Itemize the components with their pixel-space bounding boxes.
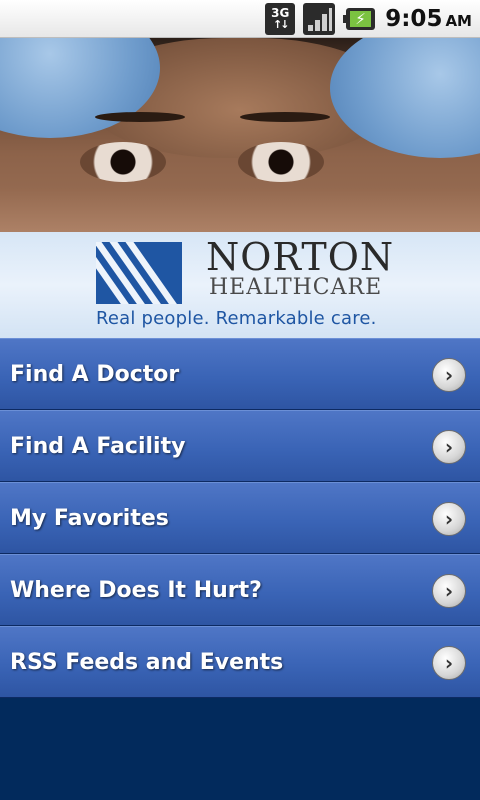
clock-ampm: AM	[445, 11, 472, 30]
menu-item-rss-feeds-and-events[interactable]: RSS Feeds and Events ›	[0, 626, 480, 698]
norton-logo-mark	[96, 242, 182, 304]
brand-subtitle: HEALTHCARE	[209, 275, 383, 300]
clock: 9:05 AM	[385, 6, 472, 32]
clock-time: 9:05	[385, 5, 443, 32]
menu-item-find-a-facility[interactable]: Find A Facility ›	[0, 410, 480, 482]
up-down-arrows-icon: ↑↓	[273, 17, 290, 31]
brand-tagline: Real people. Remarkable care.	[96, 308, 377, 329]
menu-item-my-favorites[interactable]: My Favorites ›	[0, 482, 480, 554]
status-bar: 3G ↑↓ ⚡ 9:05 AM	[0, 0, 480, 38]
menu-item-where-does-it-hurt[interactable]: Where Does It Hurt? ›	[0, 554, 480, 626]
brand-logo: NORTON HEALTHCARE Real people. Remarkabl…	[0, 232, 480, 338]
menu-item-label: Find A Doctor	[10, 361, 180, 387]
chevron-right-icon[interactable]: ›	[432, 358, 466, 392]
network-3g-icon: 3G ↑↓	[265, 2, 296, 35]
menu-item-find-a-doctor[interactable]: Find A Doctor ›	[0, 338, 480, 410]
chevron-right-icon[interactable]: ›	[432, 502, 466, 536]
chevron-right-icon[interactable]: ›	[432, 574, 466, 608]
brand-name: NORTON	[206, 235, 395, 279]
menu-item-label: RSS Feeds and Events	[10, 649, 284, 675]
menu-item-label: My Favorites	[10, 505, 169, 531]
network-type-label: 3G	[271, 5, 290, 20]
main-menu: Find A Doctor › Find A Facility › My Fav…	[0, 338, 480, 698]
signal-strength-icon	[303, 2, 336, 35]
chevron-right-icon[interactable]: ›	[432, 646, 466, 680]
banner-photo	[0, 38, 480, 232]
menu-item-label: Where Does It Hurt?	[10, 577, 262, 603]
battery-charging-icon: ⚡	[343, 7, 376, 30]
header-banner: NORTON HEALTHCARE Real people. Remarkabl…	[0, 38, 480, 338]
chevron-right-icon[interactable]: ›	[432, 430, 466, 464]
menu-item-label: Find A Facility	[10, 433, 186, 459]
